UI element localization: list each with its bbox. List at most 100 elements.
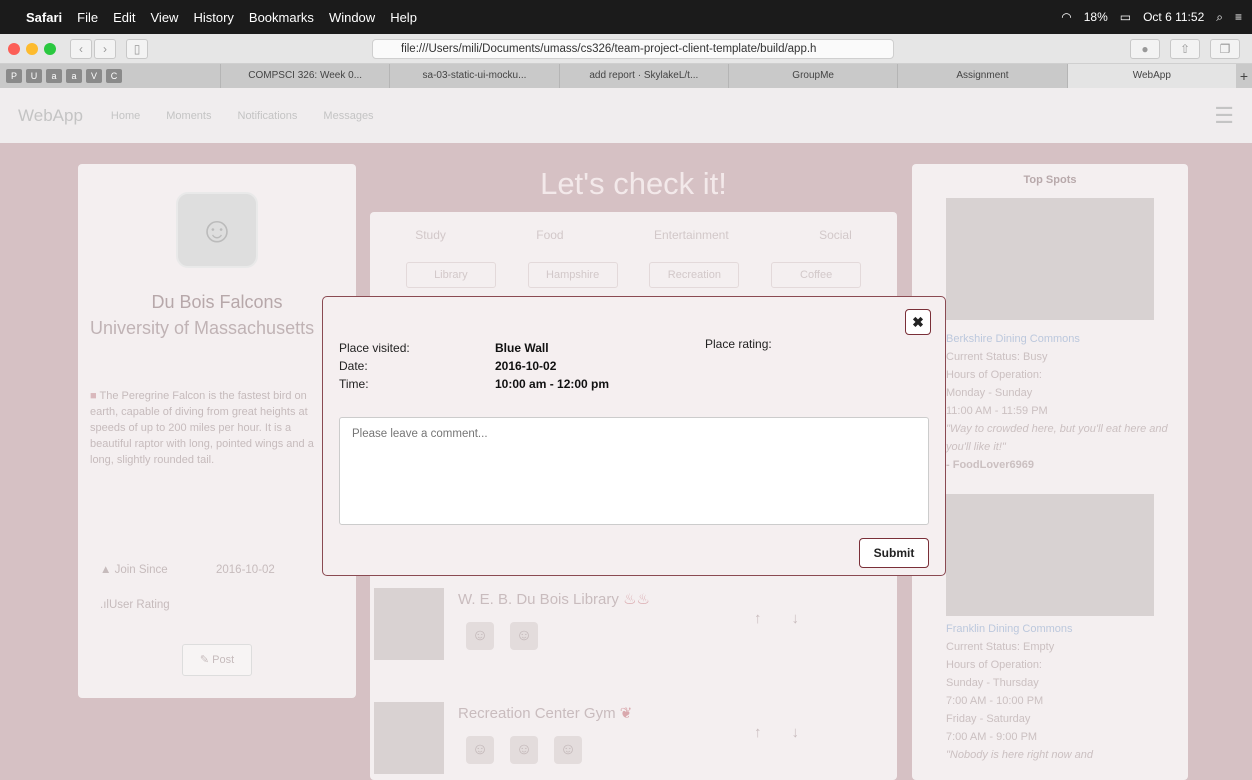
menu-file[interactable]: File — [77, 10, 98, 25]
avatar[interactable]: ☺ — [510, 736, 538, 764]
place-title[interactable]: Recreation Center Gym ❦ — [458, 704, 632, 722]
place-title-text: Recreation Center Gym — [458, 705, 616, 722]
avatar[interactable]: ☺ — [554, 736, 582, 764]
time-label: Time: — [339, 377, 369, 391]
spot-days: Friday - Saturday — [946, 713, 1031, 725]
visitor-avatars: ☺ ☺ — [466, 622, 538, 650]
tab-assignment[interactable]: Assignment — [897, 64, 1066, 88]
join-since-value: 2016-10-02 — [216, 564, 275, 576]
minimize-window-icon[interactable] — [26, 42, 38, 55]
avatar[interactable]: ☺ — [466, 622, 494, 650]
recreation-button[interactable]: Recreation — [649, 262, 740, 288]
tab-compsci[interactable]: COMPSCI 326: Week 0... — [220, 64, 389, 88]
hampshire-button[interactable]: Hampshire — [527, 262, 618, 288]
avatar[interactable]: ☺ — [510, 622, 538, 650]
battery-icon[interactable]: ▭ — [1120, 10, 1131, 24]
place-visited-value: Blue Wall — [495, 341, 549, 355]
battery-percent[interactable]: 18% — [1084, 10, 1108, 24]
forward-button[interactable]: › — [94, 38, 116, 59]
zoom-window-icon[interactable] — [44, 42, 56, 55]
spot-hours: 7:00 AM - 10:00 PM — [946, 695, 1044, 707]
upvote-icon[interactable]: ↑ — [754, 724, 792, 741]
downvote-icon[interactable]: ↓ — [792, 610, 830, 627]
nav-home[interactable]: Home — [111, 110, 140, 122]
time-value: 10:00 am - 12:00 pm — [495, 377, 610, 391]
place-rating-label: Place rating: — [705, 337, 772, 351]
sidebar-toggle-button[interactable]: ▯ — [126, 38, 148, 59]
place-title[interactable]: W. E. B. Du Bois Library ♨♨ — [458, 590, 650, 608]
browser-toolbar: ‹ › ▯ file:///Users/mili/Documents/umass… — [0, 34, 1252, 64]
page-heading: Let's check it! — [540, 166, 727, 201]
menu-history[interactable]: History — [193, 10, 233, 25]
upvote-icon[interactable]: ↑ — [754, 610, 792, 627]
favorites-bar: P U a a V C — [0, 64, 220, 88]
spot-image — [946, 494, 1154, 616]
spot-days: Sunday - Thursday — [946, 677, 1039, 689]
share-button[interactable]: ⇧ — [1170, 39, 1200, 59]
menu-view[interactable]: View — [151, 10, 179, 25]
favorite-amazon-icon[interactable]: a — [66, 69, 82, 83]
favorite-u-icon[interactable]: U — [26, 69, 42, 83]
avatar[interactable]: ☺ — [466, 736, 494, 764]
tab-static-ui[interactable]: sa-03-static-ui-mocku... — [389, 64, 558, 88]
user-icon: ▲ — [100, 564, 115, 576]
close-button[interactable]: ✖ — [905, 309, 931, 335]
submit-button[interactable]: Submit — [859, 538, 929, 568]
hamburger-menu-icon[interactable]: ☰ — [1214, 103, 1234, 129]
spot-link[interactable]: Berkshire Dining Commons — [946, 330, 1176, 348]
spotlight-icon[interactable]: ⌕ — [1216, 10, 1223, 25]
new-tab-button[interactable]: + — [1236, 64, 1252, 88]
wifi-icon[interactable]: ◠ — [1061, 10, 1071, 24]
brand-logo[interactable]: WebApp — [18, 106, 83, 126]
clock[interactable]: Oct 6 11:52 — [1143, 10, 1204, 24]
tab-groupme[interactable]: GroupMe — [727, 64, 897, 88]
tab-bar: P U a a V C COMPSCI 326: Week 0... sa-03… — [0, 64, 1252, 88]
favorite-v-icon[interactable]: V — [86, 69, 102, 83]
downloads-button[interactable]: ● — [1130, 39, 1160, 59]
spot-link[interactable]: Franklin Dining Commons — [946, 620, 1176, 638]
tab-add-report[interactable]: add report · SkylakeL/t... — [558, 64, 728, 88]
nav-notifications[interactable]: Notifications — [238, 110, 298, 122]
checkin-modal: ✖ Place visited: Blue Wall Date: 2016-10… — [322, 296, 946, 576]
tab-social[interactable]: Social — [819, 228, 852, 242]
menu-help[interactable]: Help — [390, 10, 417, 25]
tab-study[interactable]: Study — [415, 228, 446, 242]
profile-university: University of Massachusetts — [90, 318, 315, 338]
top-spots-title: Top Spots — [1023, 174, 1077, 186]
library-button[interactable]: Library — [405, 262, 496, 288]
list-item[interactable]: W. E. B. Du Bois Library ♨♨ ☺ ☺ ↑↓ — [374, 588, 889, 688]
menu-edit[interactable]: Edit — [113, 10, 135, 25]
nav-moments[interactable]: Moments — [166, 110, 211, 122]
category-tabs: Study Food Entertainment Social — [370, 228, 897, 242]
spot-details: Berkshire Dining Commons Current Status:… — [946, 330, 1176, 474]
close-window-icon[interactable] — [8, 42, 20, 55]
notification-center-icon[interactable]: ≡ — [1235, 10, 1242, 24]
profile-bio-text: The Peregrine Falcon is the fastest bird… — [90, 390, 314, 466]
menu-bookmarks[interactable]: Bookmarks — [249, 10, 314, 25]
fire-icon: ♨♨ — [623, 591, 650, 608]
tab-webapp[interactable]: WebApp — [1066, 64, 1236, 88]
menu-window[interactable]: Window — [329, 10, 375, 25]
signal-icon: .ıl — [100, 599, 109, 611]
address-bar[interactable]: file:///Users/mili/Documents/umass/cs326… — [372, 39, 894, 59]
tab-entertainment[interactable]: Entertainment — [654, 228, 729, 242]
tab-food[interactable]: Food — [536, 228, 563, 242]
nav-messages[interactable]: Messages — [323, 110, 373, 122]
spot-hours: 11:00 AM - 11:59 PM — [946, 405, 1048, 417]
post-label: Post — [212, 654, 235, 666]
coffee-button[interactable]: Coffee — [771, 262, 862, 288]
post-button[interactable]: ✎ Post — [182, 644, 252, 676]
spot-review: "Way to crowded here, but you'll eat her… — [946, 423, 1168, 453]
tabs-overview-button[interactable]: ❐ — [1210, 39, 1240, 59]
back-button[interactable]: ‹ — [70, 38, 92, 59]
top-spots-card: Top Spots Berkshire Dining Commons Curre… — [912, 164, 1188, 780]
comment-input[interactable] — [339, 417, 929, 525]
menu-app-name[interactable]: Safari — [26, 10, 62, 25]
downvote-icon[interactable]: ↓ — [792, 724, 830, 741]
place-thumbnail — [374, 588, 444, 660]
favorite-p-icon[interactable]: P — [6, 69, 22, 83]
list-item[interactable]: Recreation Center Gym ❦ ☺ ☺ ☺ ↑↓ — [374, 702, 889, 780]
favorite-c-icon[interactable]: C — [106, 69, 122, 83]
favorite-amazon-icon[interactable]: a — [46, 69, 62, 83]
join-label-text: Join Since — [114, 564, 168, 576]
